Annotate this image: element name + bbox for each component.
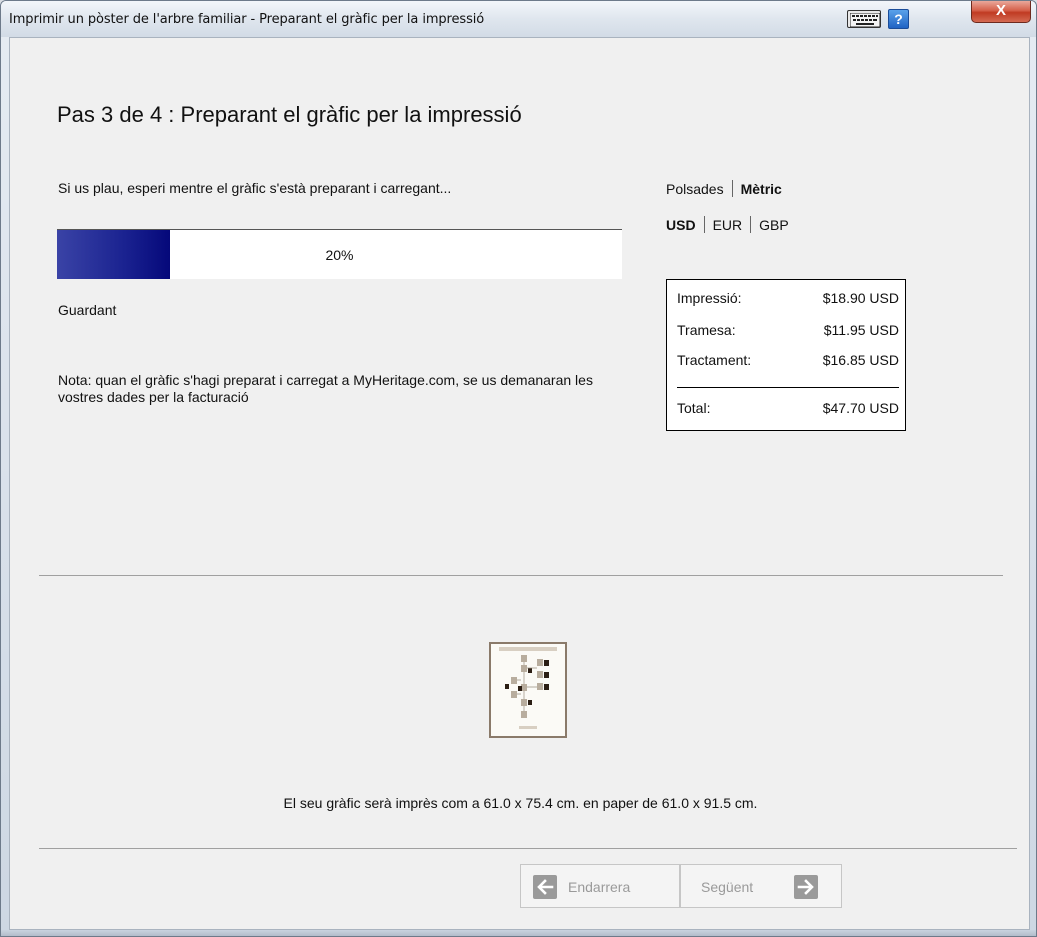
unit-selector: Polsades Mètric: [666, 180, 782, 197]
currency-option-eur[interactable]: EUR: [713, 217, 743, 233]
separator: [703, 216, 705, 233]
separator: [750, 216, 752, 233]
window-bottom-frame: [1, 930, 1036, 936]
status-text: Guardant: [58, 302, 117, 318]
dialog-window: Imprimir un pòster de l'arbre familiar -…: [0, 0, 1037, 937]
keyboard-icon[interactable]: [847, 10, 881, 28]
back-button-label: Endarrera: [568, 879, 631, 895]
price-divider: [677, 387, 899, 388]
price-row-print: Impressió: $18.90 USD: [677, 290, 899, 308]
total-value: $47.70 USD: [822, 400, 899, 416]
progress-label: 20%: [325, 247, 354, 263]
unit-option-inches[interactable]: Polsades: [666, 181, 724, 197]
wait-message: Si us plau, esperi mentre el gràfic s'es…: [58, 180, 452, 196]
title-bar: Imprimir un pòster de l'arbre familiar -…: [1, 1, 1036, 37]
progress-bar: 20%: [57, 229, 622, 279]
arrow-left-icon: [533, 875, 557, 899]
divider: [39, 848, 1017, 849]
window-title: Imprimir un pòster de l'arbre familiar -…: [9, 12, 485, 27]
price-row-handling: Tractament: $16.85 USD: [677, 352, 899, 370]
currency-option-usd[interactable]: USD: [666, 217, 696, 233]
back-button[interactable]: Endarrera: [520, 864, 680, 908]
currency-option-gbp[interactable]: GBP: [759, 217, 789, 233]
price-value: $11.95 USD: [823, 322, 899, 338]
price-value: $18.90 USD: [822, 290, 899, 306]
divider: [39, 575, 1003, 576]
separator: [731, 180, 733, 197]
close-button[interactable]: X: [971, 1, 1031, 23]
chart-preview-thumbnail: [489, 642, 567, 738]
help-icon[interactable]: ?: [888, 9, 909, 29]
billing-note: Nota: quan el gràfic s'hagi preparat i c…: [58, 372, 593, 405]
wizard-content: Pas 3 de 4 : Preparant el gràfic per la …: [9, 37, 1030, 930]
price-value: $16.85 USD: [822, 352, 899, 368]
price-label: Tractament:: [677, 352, 752, 368]
arrow-right-icon: [794, 875, 818, 899]
page-title: Pas 3 de 4 : Preparant el gràfic per la …: [57, 102, 522, 127]
price-row-total: Total: $47.70 USD: [677, 400, 899, 418]
total-label: Total:: [677, 400, 711, 416]
price-label: Impressió:: [677, 290, 742, 306]
print-size-info: El seu gràfic serà imprès com a 61.0 x 7…: [283, 795, 758, 811]
next-button[interactable]: Següent: [680, 864, 842, 908]
unit-option-metric[interactable]: Mètric: [741, 181, 782, 197]
currency-selector: USD EUR GBP: [666, 216, 789, 233]
price-row-shipping: Tramesa: $11.95 USD: [677, 322, 899, 340]
next-button-label: Següent: [701, 879, 754, 895]
price-summary: Impressió: $18.90 USD Tramesa: $11.95 US…: [666, 279, 906, 431]
price-label: Tramesa:: [677, 322, 736, 338]
